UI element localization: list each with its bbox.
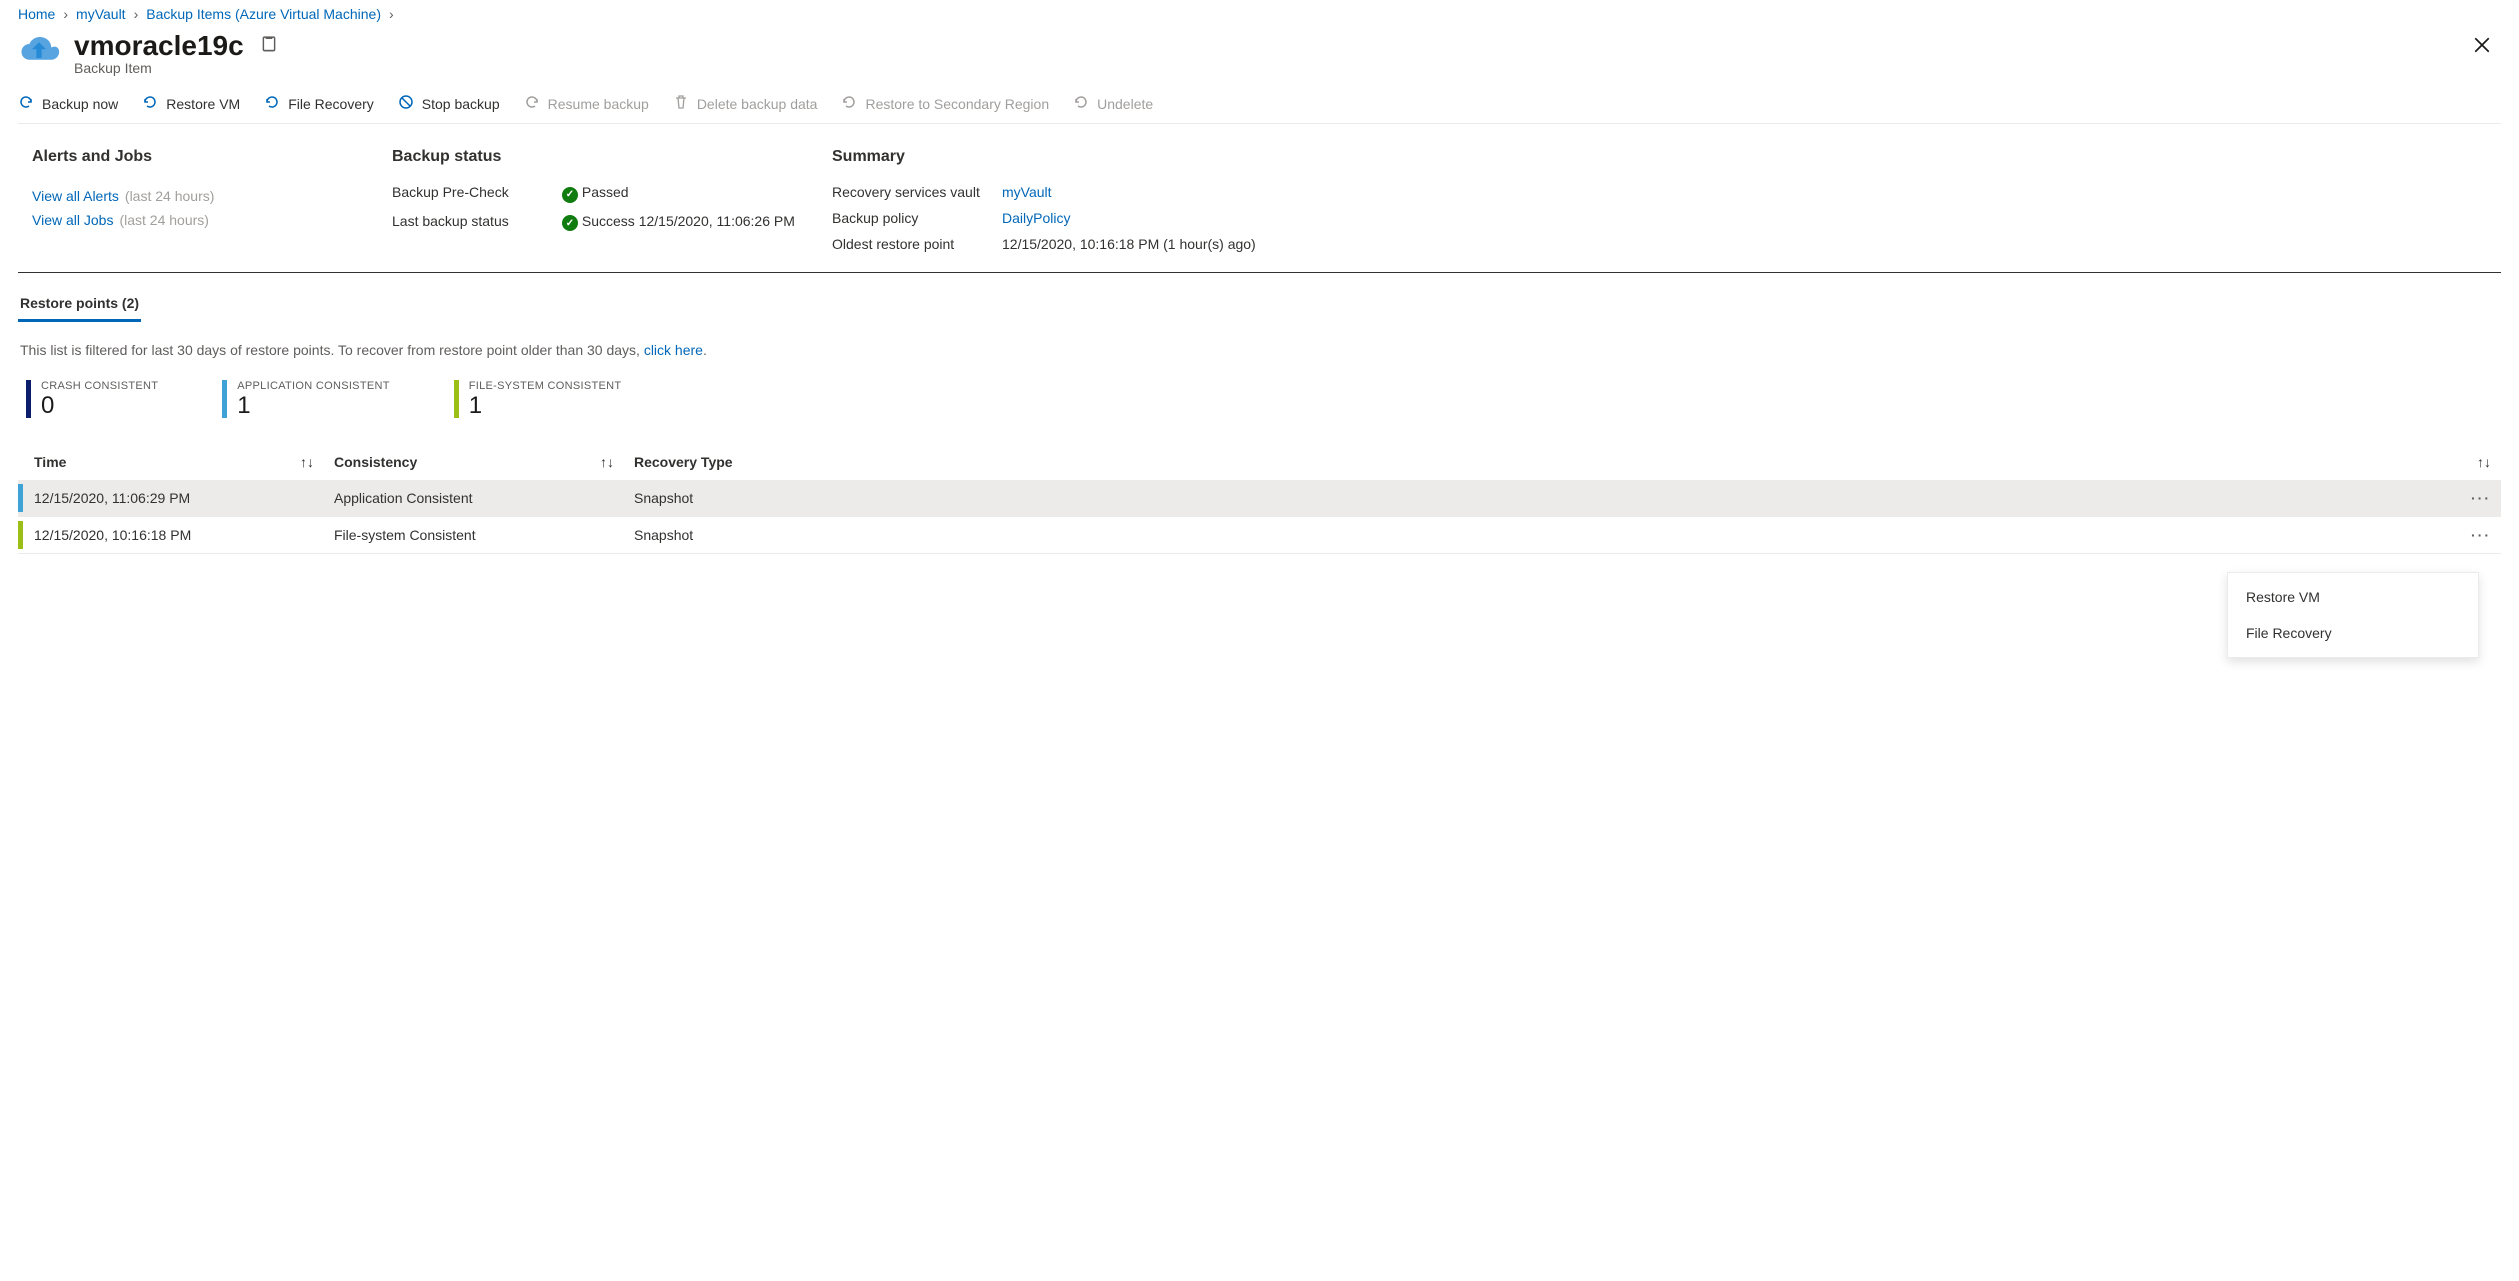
cell-recovery: Snapshot [624, 517, 2421, 554]
time-window-label: (last 24 hours) [119, 212, 208, 228]
breadcrumb-vault[interactable]: myVault [76, 6, 126, 22]
restore-points-table: Time ↑↓ Consistency ↑↓ Recovery Type ↑↓ … [18, 444, 2501, 554]
counter-application: APPLICATION CONSISTENT 1 [222, 380, 389, 418]
restore-secondary-button: Restore to Secondary Region [841, 94, 1049, 113]
section-title: Backup status [392, 148, 812, 166]
chevron-right-icon: › [63, 6, 68, 22]
summary-section: Summary Recovery services vault myVault … [832, 148, 2487, 252]
refresh-icon [524, 94, 540, 113]
page-subtitle: Backup Item [74, 60, 278, 76]
toolbar-label: Stop backup [422, 96, 500, 112]
vault-link[interactable]: myVault [1002, 184, 2487, 200]
backup-now-button[interactable]: Backup now [18, 94, 118, 113]
policy-label: Backup policy [832, 210, 1002, 226]
col-consistency[interactable]: Consistency ↑↓ [324, 444, 624, 480]
sort-icon: ↑↓ [300, 454, 314, 470]
undo-icon [142, 94, 158, 113]
cell-consistency: Application Consistent [324, 480, 624, 517]
vault-label: Recovery services vault [832, 184, 1002, 200]
col-actions[interactable]: ↑↓ [2421, 444, 2501, 480]
chevron-right-icon: › [134, 6, 139, 22]
undo-icon [264, 94, 280, 113]
counter-bar [26, 380, 31, 418]
alerts-section: Alerts and Jobs View all Alerts (last 24… [32, 148, 372, 252]
ctx-restore-vm[interactable]: Restore VM [2228, 579, 2478, 615]
counter-label: CRASH CONSISTENT [41, 380, 158, 392]
breadcrumb-backup-items[interactable]: Backup Items (Azure Virtual Machine) [146, 6, 381, 22]
page-title: vmoracle19c [74, 30, 244, 62]
counter-label: APPLICATION CONSISTENT [237, 380, 389, 392]
toolbar-label: File Recovery [288, 96, 374, 112]
precheck-value: Passed [582, 184, 629, 200]
counter-value: 0 [41, 394, 158, 418]
cell-time: 12/15/2020, 11:06:29 PM [24, 480, 324, 517]
col-recovery[interactable]: Recovery Type [624, 444, 2421, 480]
table-row[interactable]: 12/15/2020, 11:06:29 PMApplication Consi… [18, 480, 2501, 517]
row-color-bar [18, 521, 23, 549]
breadcrumb-home[interactable]: Home [18, 6, 55, 22]
last-backup-label: Last backup status [392, 213, 562, 232]
chevron-right-icon: › [389, 6, 394, 22]
row-actions-button[interactable]: ··· [2421, 517, 2501, 554]
toolbar: Backup now Restore VM File Recovery Stop… [18, 76, 2501, 124]
tab-restore-points[interactable]: Restore points (2) [18, 295, 141, 322]
counter-label: FILE-SYSTEM CONSISTENT [469, 380, 622, 392]
time-window-label: (last 24 hours) [125, 188, 214, 204]
counter-bar [454, 380, 459, 418]
undo-icon [841, 94, 857, 113]
toolbar-label: Restore to Secondary Region [865, 96, 1049, 112]
file-recovery-button[interactable]: File Recovery [264, 94, 374, 113]
success-check-icon: ✓ [562, 187, 578, 203]
sort-icon: ↑↓ [600, 454, 614, 470]
stop-backup-button[interactable]: Stop backup [398, 94, 500, 113]
delete-backup-button: Delete backup data [673, 94, 818, 113]
older-points-link[interactable]: click here [644, 342, 703, 358]
toolbar-label: Backup now [42, 96, 118, 112]
ctx-file-recovery[interactable]: File Recovery [2228, 615, 2478, 651]
resume-backup-button: Resume backup [524, 94, 649, 113]
oldest-value: 12/15/2020, 10:16:18 PM (1 hour(s) ago) [1002, 236, 2487, 252]
oldest-label: Oldest restore point [832, 236, 1002, 252]
row-color-bar [18, 484, 23, 512]
sort-icon: ↑↓ [2477, 454, 2491, 470]
cell-consistency: File-system Consistent [324, 517, 624, 554]
section-title: Summary [832, 148, 2487, 166]
view-all-jobs-link[interactable]: View all Jobs [32, 212, 113, 228]
cell-recovery: Snapshot [624, 480, 2421, 517]
trash-icon [673, 94, 689, 113]
counter-value: 1 [469, 394, 622, 418]
row-actions-button[interactable]: ··· [2421, 480, 2501, 517]
col-time[interactable]: Time ↑↓ [24, 444, 324, 480]
counter-filesystem: FILE-SYSTEM CONSISTENT 1 [454, 380, 622, 418]
toolbar-label: Resume backup [548, 96, 649, 112]
cell-time: 12/15/2020, 10:16:18 PM [24, 517, 324, 554]
toolbar-label: Undelete [1097, 96, 1153, 112]
toolbar-label: Restore VM [166, 96, 240, 112]
toolbar-label: Delete backup data [697, 96, 818, 112]
counter-value: 1 [237, 394, 389, 418]
counter-bar [222, 380, 227, 418]
section-title: Alerts and Jobs [32, 148, 372, 166]
undo-icon [1073, 94, 1089, 113]
cloud-sync-icon [18, 94, 34, 113]
prohibit-icon [398, 94, 414, 113]
row-context-menu: Restore VM File Recovery [2227, 572, 2479, 658]
table-row[interactable]: 12/15/2020, 10:16:18 PMFile-system Consi… [18, 517, 2501, 554]
cloud-upload-icon [18, 30, 60, 75]
restore-vm-button[interactable]: Restore VM [142, 94, 240, 113]
filter-note: This list is filtered for last 30 days o… [20, 342, 2501, 358]
view-all-alerts-link[interactable]: View all Alerts [32, 188, 119, 204]
breadcrumb: Home › myVault › Backup Items (Azure Vir… [18, 4, 2501, 30]
success-check-icon: ✓ [562, 215, 578, 231]
close-button[interactable] [2463, 30, 2501, 63]
pin-icon[interactable] [260, 36, 278, 57]
precheck-label: Backup Pre-Check [392, 184, 562, 203]
backup-status-section: Backup status Backup Pre-Check ✓ Passed … [392, 148, 812, 252]
counter-crash: CRASH CONSISTENT 0 [26, 380, 158, 418]
undelete-button: Undelete [1073, 94, 1153, 113]
last-backup-value: Success 12/15/2020, 11:06:26 PM [582, 213, 795, 229]
policy-link[interactable]: DailyPolicy [1002, 210, 2487, 226]
